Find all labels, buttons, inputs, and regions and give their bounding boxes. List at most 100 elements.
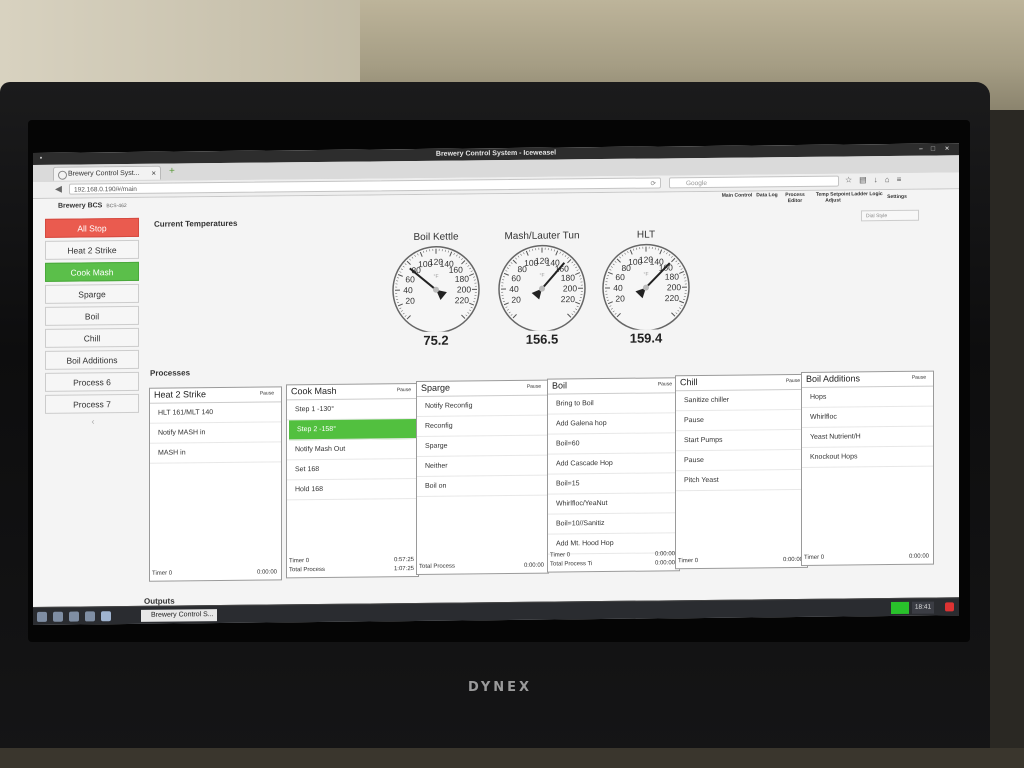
process-step[interactable]: Step 1 -130° — [287, 398, 418, 421]
menu-icon[interactable]: ≡ — [897, 175, 909, 184]
process-step[interactable]: Hops — [802, 386, 933, 408]
process-step[interactable]: Sparge — [417, 435, 548, 457]
home-icon[interactable]: ⌂ — [885, 175, 897, 184]
new-tab-icon[interactable]: + — [169, 166, 175, 177]
sidebar-item-boil-additions[interactable]: Boil Additions — [45, 349, 139, 370]
taskbar-app-browser[interactable]: Brewery Control S... — [141, 609, 217, 622]
process-step[interactable]: Sanitize chiller — [676, 389, 807, 412]
process-step[interactable]: Add Galena hop — [548, 413, 679, 435]
process-step[interactable]: Pitch Yeast — [676, 469, 807, 492]
nav-temp-setpoint[interactable]: Temp Setpoint Adjust — [813, 191, 853, 203]
all-stop-button[interactable]: All Stop — [45, 217, 139, 238]
top-navigation: Main Control Data Log Process Editor Tem… — [721, 189, 951, 209]
process-step[interactable]: Notify Mash Out — [287, 438, 418, 461]
timer-label: Total Process — [419, 563, 456, 570]
process-step[interactable]: Pause — [676, 449, 807, 472]
process-step[interactable]: Notify Reconfig — [417, 395, 548, 417]
sidebar-item-heat-2-strike[interactable]: Heat 2 Strike — [45, 239, 139, 260]
bookmark-star-icon[interactable]: ☆ — [845, 175, 859, 184]
process-card-header: Boil Pause — [548, 378, 679, 395]
dial-tick-label: 180 — [561, 273, 575, 283]
timer-row: Total Process Ti 0:00:00 — [550, 559, 675, 569]
browser-icon[interactable] — [85, 611, 95, 622]
process-step[interactable]: Whirlfloc/YeaNut — [548, 493, 679, 515]
process-step[interactable]: Boil=60 — [548, 433, 679, 455]
process-step[interactable]: Whirlfloc — [802, 406, 933, 428]
timer-value: 0:00:00 — [523, 562, 544, 569]
dial-boil-kettle: 20406080100120140160180200220°F — [392, 246, 480, 334]
nav-settings[interactable]: Settings — [881, 194, 913, 200]
refresh-icon[interactable]: ⟳ — [651, 178, 656, 189]
step-list: Hops Whirlfloc Yeast Nutrient/H Knockout Ho… — [802, 386, 933, 468]
file-manager-icon[interactable] — [53, 611, 63, 622]
timer-row: Total Process 0:00:00 — [419, 562, 544, 572]
dial-style-select[interactable]: Dial Style — [861, 209, 919, 222]
close-tab-icon[interactable]: × — [151, 167, 156, 181]
process-step[interactable]: Reconfig — [417, 415, 548, 437]
process-step[interactable]: Step 2 -158° — [289, 418, 416, 441]
nav-main-control[interactable]: Main Control — [721, 192, 753, 198]
shutdown-icon[interactable] — [945, 602, 954, 612]
timer-label: Total Process — [289, 566, 326, 574]
process-step[interactable]: Set 168 — [287, 458, 418, 481]
pause-button[interactable]: Pause — [397, 387, 411, 393]
pause-button[interactable]: Pause — [658, 381, 672, 387]
bookmarks-list-icon[interactable]: ▤ — [859, 175, 874, 184]
window-menu-icon[interactable]: ▪ — [37, 155, 45, 163]
pause-button[interactable]: Pause — [786, 378, 800, 384]
sidebar-item-process-7[interactable]: Process 7 — [45, 393, 139, 414]
pause-button[interactable]: Pause — [527, 384, 541, 390]
timer-value: 0:57:25 — [393, 557, 414, 564]
dial-mash-lauter-tun: 20406080100120140160180200220°F — [498, 244, 586, 333]
sidebar-item-chill[interactable]: Chill — [45, 327, 139, 348]
minimize-icon[interactable]: – — [917, 146, 925, 154]
nav-process-editor[interactable]: Process Editor — [779, 192, 811, 204]
process-step[interactable]: Neither — [417, 455, 548, 477]
process-card-header: Chill Pause — [676, 374, 807, 392]
sidebar-item-boil[interactable]: Boil — [45, 305, 139, 326]
dial-tick-label: 20 — [405, 296, 415, 306]
sidebar-item-cook-mash[interactable]: Cook Mash — [45, 261, 139, 282]
process-card-header: Heat 2 Strike Pause — [150, 387, 281, 404]
download-icon[interactable]: ↓ — [874, 175, 885, 184]
sidebar-item-process-6[interactable]: Process 6 — [45, 371, 139, 392]
brand-name: Brewery BCS — [58, 202, 103, 210]
current-temperatures-heading: Current Temperatures — [154, 218, 238, 229]
collapse-chevron-icon[interactable]: ‹ — [45, 416, 141, 427]
process-step[interactable]: MASH in — [150, 442, 281, 464]
maximize-icon[interactable]: □ — [929, 146, 937, 154]
sidebar-item-sparge[interactable]: Sparge — [45, 283, 139, 304]
gauge-label: Mash/Lauter Tun — [504, 230, 580, 243]
start-menu-icon[interactable] — [37, 611, 47, 622]
desktop-icon[interactable] — [101, 611, 111, 622]
url-text: 192.168.0.190/#/main — [74, 185, 137, 194]
process-step[interactable]: Notify MASH in — [150, 422, 281, 444]
process-step[interactable]: Start Pumps — [676, 429, 807, 452]
pause-button[interactable]: Pause — [260, 390, 274, 396]
gauge-label: HLT — [636, 229, 656, 241]
process-step[interactable]: Hold 168 — [287, 478, 418, 501]
toolbar-icons[interactable]: ☆▤↓⌂≡ — [845, 175, 908, 185]
close-window-icon[interactable]: × — [943, 145, 951, 153]
dial-tick-label: 40 — [509, 284, 519, 294]
process-step[interactable]: Knockout Hops — [802, 446, 933, 468]
process-step[interactable]: Pause — [676, 409, 807, 432]
process-footer: Timer 0 0:00:00 — [152, 568, 277, 578]
process-step[interactable]: HLT 161/MLT 140 — [150, 402, 281, 424]
process-footer: Timer 0 0:00:00 — [804, 553, 929, 563]
search-box[interactable]: Google — [669, 175, 839, 189]
process-step[interactable]: Boil=10//Sanitiz — [548, 513, 679, 535]
nav-ladder-logic[interactable]: Ladder Logic — [851, 191, 883, 197]
process-step[interactable]: Boil=15 — [548, 473, 679, 495]
process-step[interactable]: Add Cascade Hop — [548, 453, 679, 475]
process-step[interactable]: Boil on — [417, 475, 548, 497]
terminal-icon[interactable] — [69, 611, 79, 622]
back-arrow-icon[interactable]: ◀ — [55, 184, 62, 195]
pause-button[interactable]: Pause — [912, 375, 926, 381]
clock: 18:41 — [912, 601, 934, 614]
url-bar[interactable]: 192.168.0.190/#/main ⟳ — [69, 177, 661, 195]
browser-tab[interactable]: Brewery Control Syst... × — [53, 165, 161, 181]
step-list: Sanitize chiller Pause Start Pumps Pause Pit… — [676, 389, 807, 492]
process-step[interactable]: Bring to Boil — [548, 393, 679, 415]
process-step[interactable]: Yeast Nutrient/H — [802, 426, 933, 448]
